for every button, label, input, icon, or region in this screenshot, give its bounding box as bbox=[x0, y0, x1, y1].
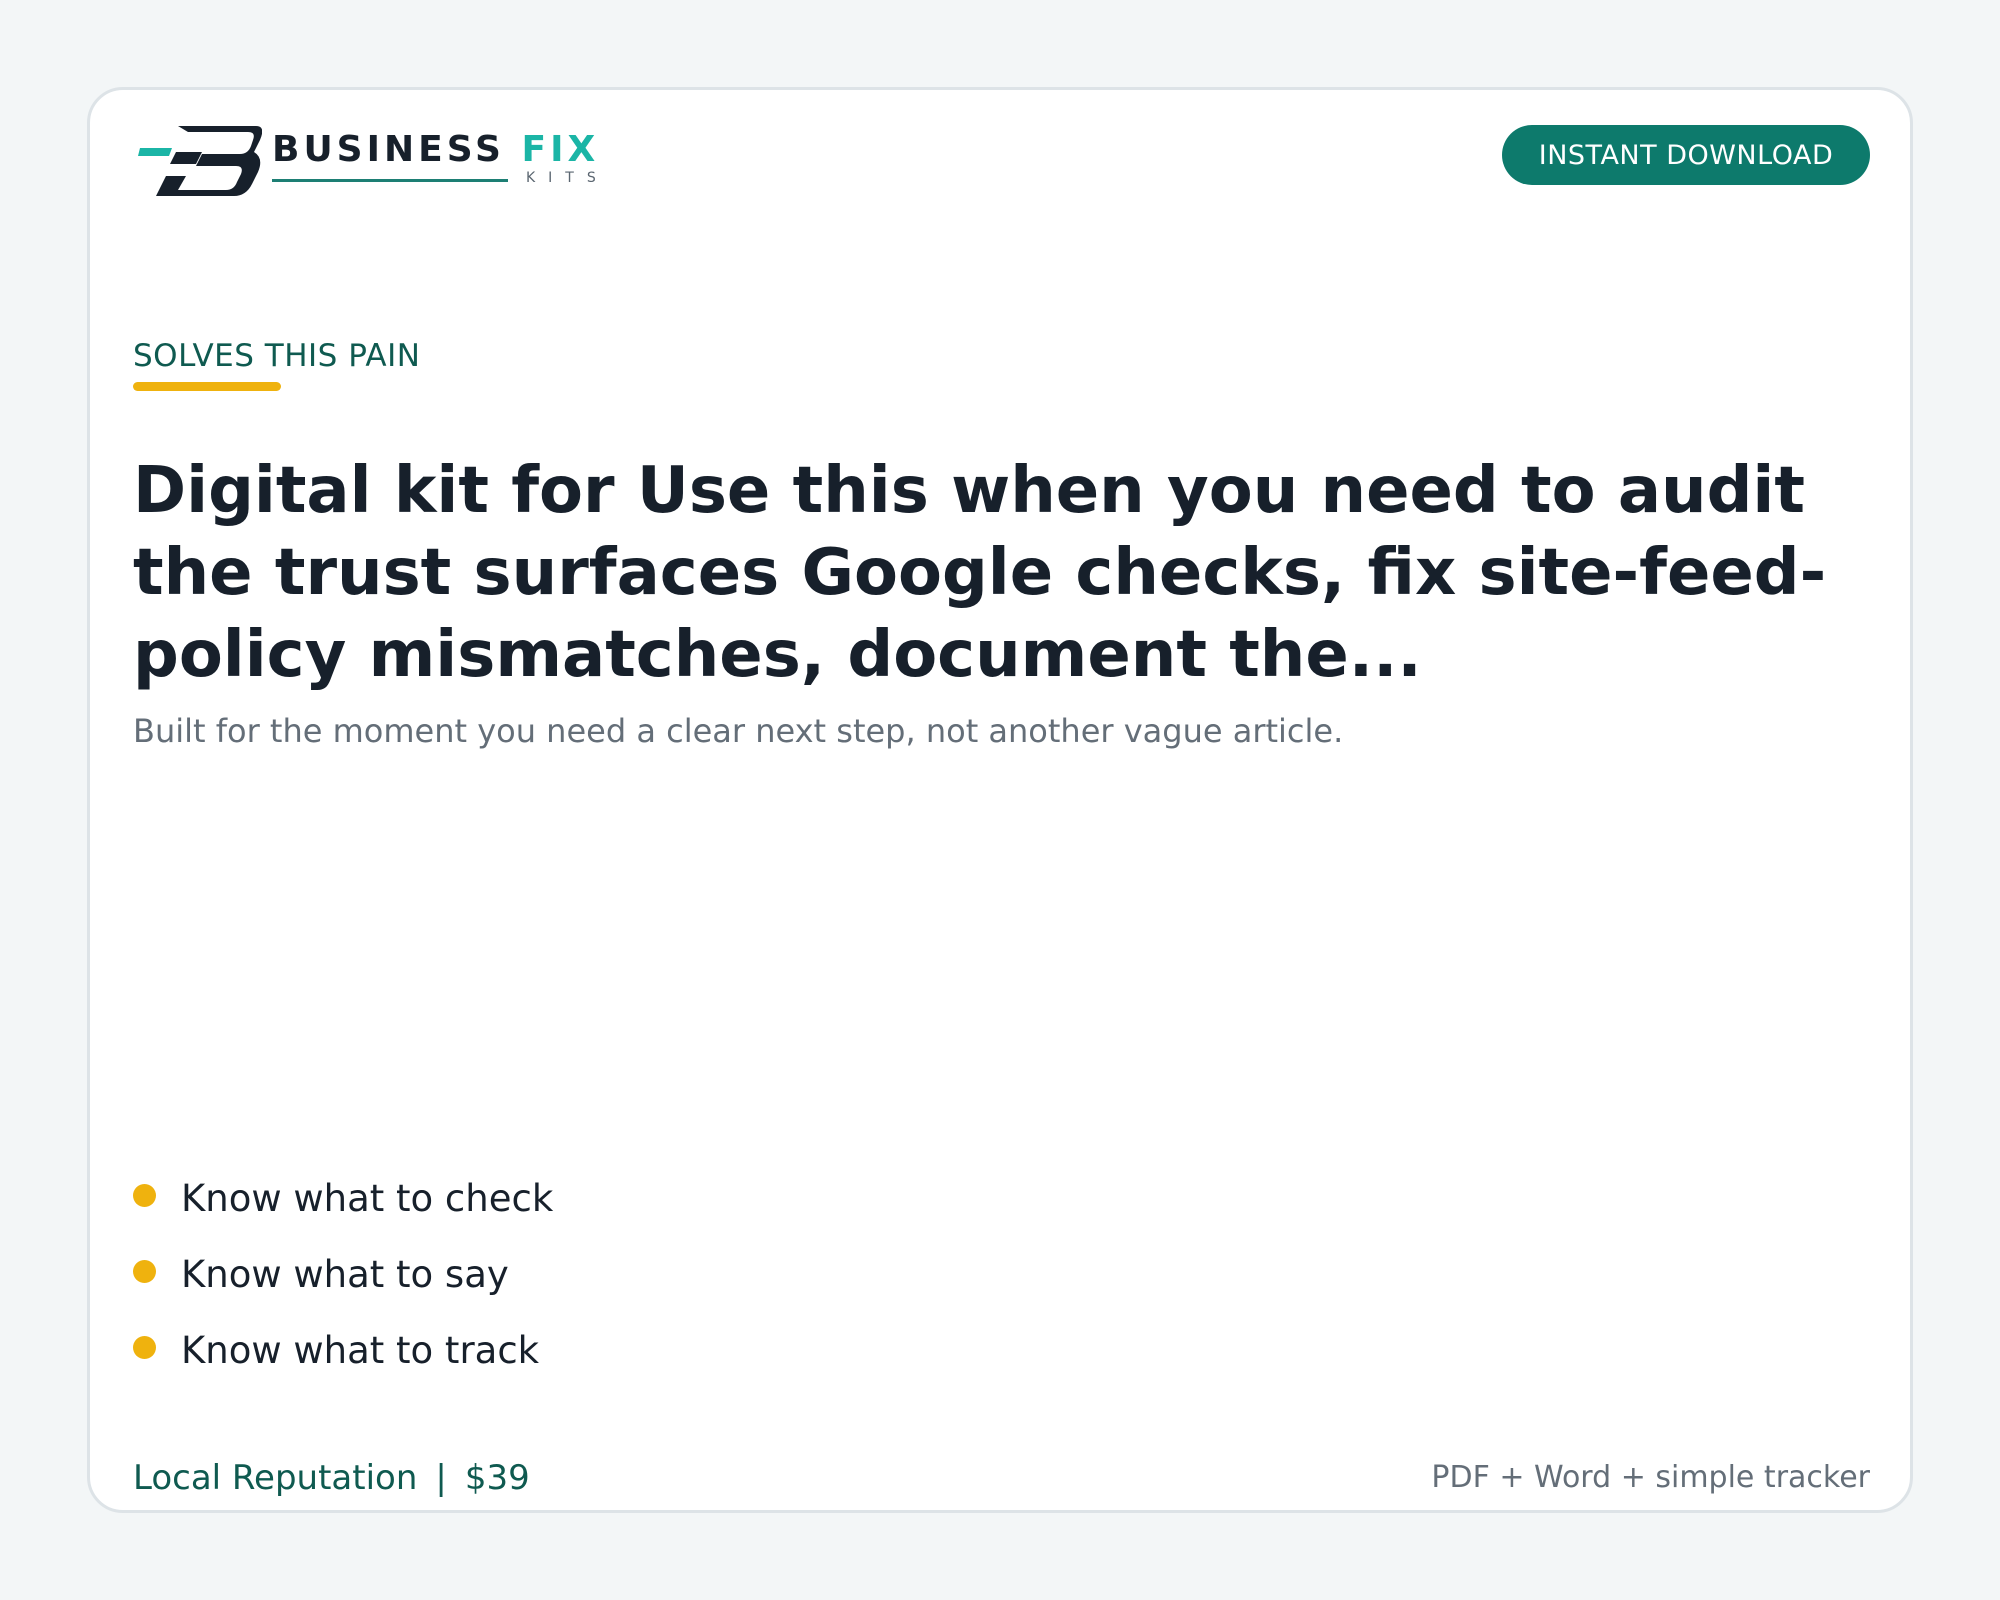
fb-monogram-icon bbox=[138, 126, 262, 196]
bullet-dot-icon bbox=[133, 1335, 156, 1359]
benefit-label: Know what to say bbox=[181, 1252, 509, 1296]
price-label: $39 bbox=[464, 1458, 530, 1498]
product-card: BUSINESS FIX KITS INSTANT DOWNLOAD SOLVE… bbox=[87, 87, 1913, 1513]
page-title: Digital kit for Use this when you need t… bbox=[133, 454, 1827, 692]
brand-divider-line bbox=[272, 179, 508, 182]
bullet-dot-icon bbox=[133, 1183, 156, 1207]
benefit-list: Know what to check Know what to say Know… bbox=[133, 1160, 553, 1388]
category-price: Local Reputation | $39 bbox=[133, 1458, 530, 1499]
list-item: Know what to track bbox=[133, 1312, 553, 1388]
footer-separator: | bbox=[435, 1458, 447, 1498]
eyebrow-underline bbox=[133, 382, 281, 391]
brand-logo[interactable]: BUSINESS FIX KITS bbox=[138, 118, 638, 218]
formats-label: PDF + Word + simple tracker bbox=[1431, 1460, 1870, 1495]
brand-name-accent: FIX bbox=[521, 129, 600, 170]
list-item: Know what to say bbox=[133, 1236, 553, 1312]
list-item: Know what to check bbox=[133, 1160, 553, 1236]
benefit-label: Know what to track bbox=[181, 1328, 540, 1372]
eyebrow-label: SOLVES THIS PAIN bbox=[133, 338, 421, 374]
instant-download-button[interactable]: INSTANT DOWNLOAD bbox=[1502, 125, 1870, 185]
benefit-label: Know what to check bbox=[181, 1176, 554, 1220]
brand-name-sub: KITS bbox=[526, 170, 609, 186]
bullet-dot-icon bbox=[133, 1259, 156, 1283]
brand-name-primary: BUSINESS bbox=[272, 129, 505, 170]
page-subtitle: Built for the moment you need a clear ne… bbox=[133, 712, 1344, 750]
brand-wordmark: BUSINESS FIX bbox=[272, 132, 599, 168]
category-label: Local Reputation bbox=[133, 1458, 418, 1498]
